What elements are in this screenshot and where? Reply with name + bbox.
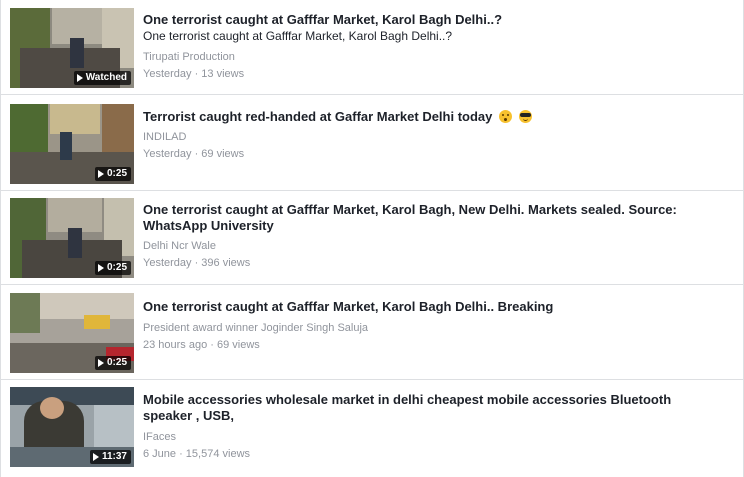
video-meta: Yesterday · 69 views [143,148,245,160]
play-icon [97,359,104,367]
duration-badge: 0:25 [94,167,131,181]
thumbnail-figure [68,228,82,258]
video-title[interactable]: Mobile accessories wholesale market in d… [143,392,723,424]
thumbnail-figure [70,38,84,68]
video-info: One terrorist caught at Gafffar Market, … [143,12,723,81]
video-info: Mobile accessories wholesale market in d… [143,392,723,461]
play-icon [92,453,99,461]
video-title[interactable]: One terrorist caught at Gafffar Market, … [143,202,723,234]
badge-label: Watched [85,72,127,83]
thumbnail-tree [10,104,48,154]
thumbnail-building [50,104,100,134]
hushed-face-emoji [499,110,513,123]
video-title[interactable]: Terrorist caught red-handed at Gaffar Ma… [143,109,723,125]
list-item: Watched One terrorist caught at Gafffar … [1,0,743,95]
channel-name[interactable]: President award winner Joginder Singh Sa… [143,321,723,335]
video-meta: 23 hours ago · 69 views [143,339,260,351]
video-title-text: Terrorist caught red-handed at Gaffar Ma… [143,109,493,124]
thumbnail-tree [10,293,40,333]
badge-label: 0:25 [106,262,127,273]
thumbnail-figure [60,132,72,160]
video-thumbnail[interactable]: 0:25 [10,104,134,184]
channel-name[interactable]: Delhi Ncr Wale [143,239,723,253]
channel-name[interactable]: INDILAD [143,130,723,144]
video-meta: 6 June · 15,574 views [143,448,251,460]
video-meta: Yesterday · 396 views [143,257,251,269]
video-list: Watched One terrorist caught at Gafffar … [1,0,743,475]
video-description: One terrorist caught at Gafffar Market, … [143,29,453,43]
smiling-face-with-sunglasses-emoji [518,110,532,123]
video-meta: Yesterday · 13 views [143,68,245,80]
duration-badge: 11:37 [89,450,131,464]
thumbnail-canopy [84,315,110,329]
play-icon [97,170,104,178]
thumbnail-building [48,198,102,232]
duration-badge: 0:25 [94,261,131,275]
channel-name[interactable]: Tirupati Production [143,50,723,64]
video-thumbnail[interactable]: 0:25 [10,293,134,373]
watched-badge: Watched [73,71,131,85]
video-info: One terrorist caught at Gafffar Market, … [143,299,723,352]
list-item: 11:37 Mobile accessories wholesale marke… [1,380,743,475]
video-title[interactable]: One terrorist caught at Gafffar Market, … [143,12,723,28]
list-item: 0:25 One terrorist caught at Gafffar Mar… [1,191,743,285]
badge-label: 11:37 [101,451,127,462]
list-item: 0:25 One terrorist caught at Gafffar Mar… [1,285,743,380]
play-icon [97,264,104,272]
play-icon [76,74,83,82]
video-thumbnail[interactable]: Watched [10,8,134,88]
list-item: 0:25 Terrorist caught red-handed at Gaff… [1,95,743,191]
duration-badge: 0:25 [94,356,131,370]
channel-name[interactable]: IFaces [143,430,723,444]
video-title[interactable]: One terrorist caught at Gafffar Market, … [143,299,723,315]
badge-label: 0:25 [106,357,127,368]
video-info: One terrorist caught at Gafffar Market, … [143,202,723,270]
badge-label: 0:25 [106,168,127,179]
thumbnail-face [40,397,64,419]
thumbnail-wall [102,104,134,154]
video-thumbnail[interactable]: 11:37 [10,387,134,467]
video-thumbnail[interactable]: 0:25 [10,198,134,278]
video-info: Terrorist caught red-handed at Gaffar Ma… [143,109,723,161]
